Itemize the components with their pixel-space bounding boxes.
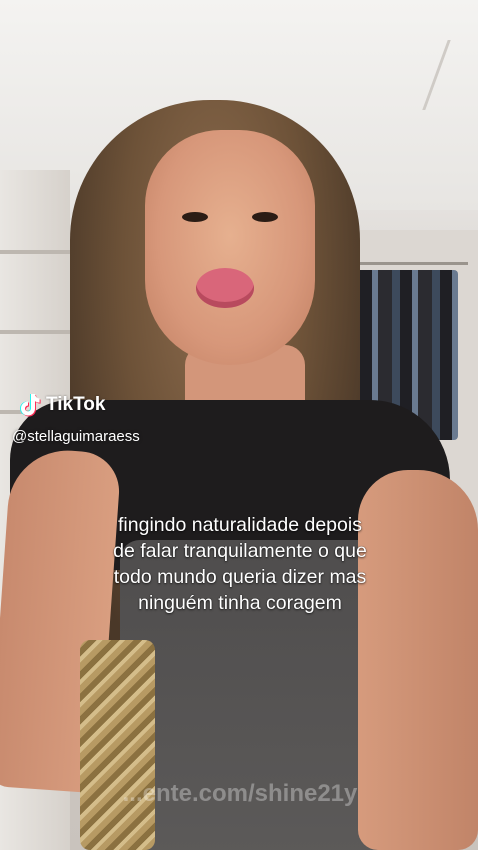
caption-line: todo mundo queria dizer mas	[113, 566, 367, 588]
video-caption: fingindo naturalidade depois de falar tr…	[60, 512, 420, 616]
mouth	[196, 268, 254, 308]
tiktok-logo-icon	[20, 394, 41, 417]
creator-handle[interactable]: @stellaguimaraess	[12, 428, 140, 445]
shelf	[0, 330, 70, 334]
video-frame: TikTok @stellaguimaraess fingindo natura…	[0, 0, 478, 850]
person-face	[145, 130, 315, 365]
caption-line: ninguém tinha coragem	[138, 592, 342, 614]
watermark: ...ente.com/shine21y	[122, 780, 358, 807]
caption-line: fingindo naturalidade depois	[118, 514, 362, 536]
shelf	[0, 250, 70, 254]
left-eye	[182, 212, 208, 222]
right-eye	[252, 212, 278, 222]
tiktok-brand: TikTok	[18, 392, 105, 418]
caption-line: de falar tranquilamente o que	[113, 540, 367, 562]
sequin-bag	[80, 640, 155, 850]
tiktok-label: TikTok	[46, 394, 106, 415]
